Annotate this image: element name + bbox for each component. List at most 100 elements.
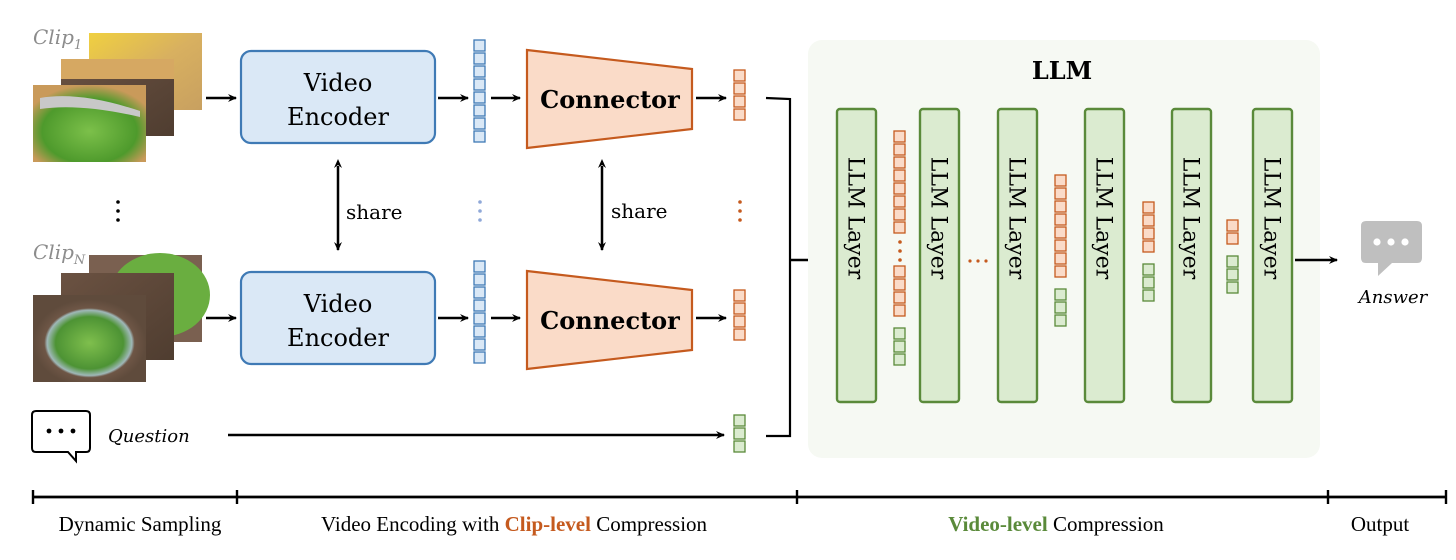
dot xyxy=(898,249,902,253)
token xyxy=(1142,289,1155,302)
token xyxy=(1054,174,1067,187)
dot xyxy=(116,209,120,213)
timeline-section-4: Output xyxy=(1351,512,1410,536)
token xyxy=(893,169,906,182)
dot xyxy=(1373,238,1381,246)
dot xyxy=(478,218,482,222)
token xyxy=(1142,214,1155,227)
token xyxy=(473,286,486,299)
token xyxy=(473,338,486,351)
connector-1-token-stack xyxy=(733,69,746,121)
llm-layer-label: LLM Layer xyxy=(926,157,951,280)
token xyxy=(733,302,746,315)
dot xyxy=(116,218,120,222)
encoder-tokens-ellipsis xyxy=(478,200,482,222)
token xyxy=(1054,187,1067,200)
timeline-section-1: Dynamic Sampling xyxy=(59,512,222,536)
section-label-text: Compression xyxy=(591,512,708,536)
connector-1: Connector xyxy=(525,48,694,150)
encoder-label-line1: Video xyxy=(303,290,373,318)
token xyxy=(893,353,906,366)
llm-layer-4: LLM Layer xyxy=(1083,107,1126,404)
token xyxy=(473,52,486,65)
connector-label: Connector xyxy=(540,306,680,335)
token xyxy=(893,143,906,156)
connector-n-token-stack xyxy=(733,289,746,341)
token xyxy=(1142,240,1155,253)
dot xyxy=(1387,238,1395,246)
green-token-stack xyxy=(893,327,906,366)
green-token-stack xyxy=(1054,288,1067,327)
token xyxy=(893,291,906,304)
dot xyxy=(738,200,742,204)
token xyxy=(893,304,906,317)
token xyxy=(1142,201,1155,214)
token xyxy=(1226,268,1239,281)
token xyxy=(1142,227,1155,240)
llm-layer-5: LLM Layer xyxy=(1170,107,1213,404)
video-frame-1 xyxy=(33,85,146,162)
clip-n-label: ClipN xyxy=(33,240,86,268)
token xyxy=(893,130,906,143)
merge-bracket xyxy=(765,96,792,438)
token xyxy=(733,82,746,95)
token xyxy=(893,278,906,291)
token xyxy=(473,117,486,130)
clip-label-subscript: N xyxy=(73,253,86,268)
between-layers-5 xyxy=(1226,219,1239,294)
encoder-share-label: share xyxy=(346,200,402,224)
between-layers-3 xyxy=(1054,174,1067,327)
token xyxy=(733,328,746,341)
token xyxy=(473,91,486,104)
encoder-label-line2: Encoder xyxy=(287,324,389,352)
dot xyxy=(46,428,52,434)
token xyxy=(473,104,486,117)
token xyxy=(893,208,906,221)
token xyxy=(893,340,906,353)
between-layers-4 xyxy=(1142,201,1155,302)
timeline-section-3: Video-level Compression xyxy=(948,512,1164,536)
encoder-label-line1: Video xyxy=(303,69,373,97)
llm-layer-label: LLM Layer xyxy=(1004,157,1029,280)
dot xyxy=(116,200,120,204)
diagram-canvas: Clip1ClipNQuestionVideoEncoderVideoEncod… xyxy=(31,25,1448,536)
dot xyxy=(1401,238,1409,246)
encoder-label-line2: Encoder xyxy=(287,103,389,131)
clip-label-text: Clip xyxy=(33,240,74,264)
clip-1-label: Clip1 xyxy=(33,25,82,53)
token xyxy=(473,273,486,286)
token xyxy=(1054,213,1067,226)
dot xyxy=(976,259,980,263)
connector-n: Connector xyxy=(525,269,694,371)
llm-layer-1: LLM Layer xyxy=(835,107,878,404)
token xyxy=(893,327,906,340)
dot xyxy=(738,209,742,213)
dot xyxy=(738,218,742,222)
section-label-text: Compression xyxy=(1048,512,1165,536)
token xyxy=(733,315,746,328)
token xyxy=(473,78,486,91)
section-label-highlight: Video-level xyxy=(948,512,1048,536)
video-encoder-1: Video Encoder xyxy=(239,49,437,145)
token xyxy=(733,289,746,302)
video-encoder-n: Video Encoder xyxy=(239,270,437,366)
llm-layer-label: LLM Layer xyxy=(1178,157,1203,280)
speech-bubble-dots-icon xyxy=(31,410,91,464)
llm-layer-6: LLM Layer xyxy=(1251,107,1294,404)
token xyxy=(473,260,486,273)
token xyxy=(893,182,906,195)
dot xyxy=(478,200,482,204)
token xyxy=(1054,265,1067,278)
token xyxy=(1054,239,1067,252)
green-token-stack xyxy=(1142,263,1155,302)
token xyxy=(473,65,486,78)
token xyxy=(733,95,746,108)
dot xyxy=(898,258,902,262)
token xyxy=(473,130,486,143)
green-token-stack xyxy=(1226,255,1239,294)
token xyxy=(893,156,906,169)
answer-label: Answer xyxy=(1357,287,1429,308)
token xyxy=(1054,288,1067,301)
token xyxy=(733,69,746,82)
token xyxy=(1226,219,1239,232)
